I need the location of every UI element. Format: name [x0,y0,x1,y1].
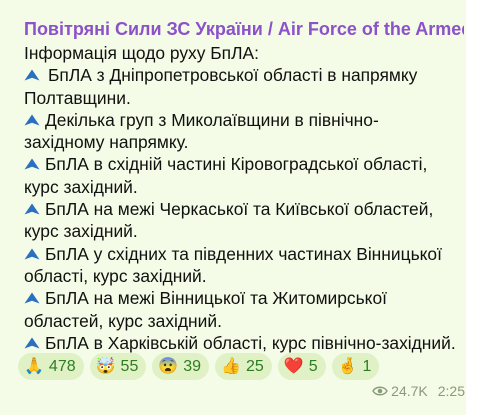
drone-icon [24,69,40,81]
view-count: 24.7K [391,383,428,399]
message-line: БпЛА на межі Вінницької та Житомирської [24,287,466,309]
eye-icon [372,386,388,396]
message-line-text: курс західний. [24,221,138,242]
message-text: Інформація щодо руху БпЛА: БпЛА з Дніпро… [24,42,466,354]
message-line-text: західному напрямку. [24,132,189,153]
message-line-text: БпЛА на межі Черкаської та Київської обл… [45,199,434,220]
message-line-text: курс західний. [24,176,138,197]
message-line: курс західний. [24,176,466,198]
pray-icon: 🙏 [24,357,44,375]
message-line: БпЛА в Харківській області, курс північн… [24,332,466,354]
reaction-button[interactable]: 😨 39 [152,353,210,380]
message-line-text: БпЛА на межі Вінницької та Житомирської [45,288,387,309]
reaction-button[interactable]: 🤯 55 [89,353,147,380]
message-line: БпЛА з Дніпропетровської області в напря… [24,64,466,86]
reaction-count: 478 [48,357,76,375]
message-line: БпЛА в східній частині Кіровоградської о… [24,153,466,175]
message-line: курс західний. [24,220,466,242]
drone-icon [24,158,40,170]
drone-icon [24,292,40,304]
drone-icon [24,248,40,260]
message-line-text: БпЛА в Харківській області, курс північн… [45,332,456,353]
reaction-button[interactable]: 👍 25 [215,353,272,380]
reaction-count: 39 [183,357,202,375]
message-time: 2:25 [437,383,465,399]
message-line: західному напрямку. [24,131,466,153]
thumbs-up-icon: 👍 [221,357,241,375]
reaction-button[interactable]: 🙏 478 [18,353,84,380]
reaction-count: 25 [245,357,264,375]
drone-icon [24,114,40,126]
reaction-count: 55 [120,357,139,375]
reaction-button[interactable]: ❤️ 5 [277,353,326,380]
fearful-face-icon: 😨 [158,357,179,375]
message-line-text: Декілька груп з Миколаївщини в північно- [45,109,379,130]
reaction-count: 1 [362,357,372,375]
heart-icon: ❤️ [283,357,304,375]
reactions-bar: 🙏 478 🤯 55 😨 39 👍 25 ❤️ 5 🤞 1 [18,353,380,380]
message-line-text: області, курс західний. [24,265,207,286]
message-line-text: БпЛА з Дніпропетровської області в напря… [48,65,418,86]
message-line: БпЛА на межі Черкаської та Київської обл… [24,198,466,220]
message-line: Декілька груп з Миколаївщини в північно- [24,109,466,131]
channel-name[interactable]: Повітряні Сили ЗС України / Air Force of… [24,17,464,41]
crossed-fingers-icon: 🤞 [337,357,358,375]
message-heading: Інформація щодо руху БпЛА: [24,43,259,63]
message-line: областей, курс західний. [24,310,466,332]
drone-icon [24,203,40,215]
reaction-count: 5 [308,357,318,375]
mind-blown-icon: 🤯 [95,357,116,375]
message-line-text: БпЛА в східній частині Кіровоградської о… [45,154,428,175]
message-line: області, курс західний. [24,265,466,287]
message-line-text: Полтавщини. [24,87,131,108]
message-line-text: областей, курс західний. [24,310,222,331]
message-line: БпЛА у східних та південних частинах Він… [24,243,466,265]
reaction-button[interactable]: 🤞 1 [331,353,380,380]
message-meta: 24.7K 2:25 [372,383,465,399]
message-line: Полтавщини. [24,87,466,109]
drone-icon [24,337,40,349]
message-line-text: БпЛА у східних та південних частинах Він… [45,243,442,264]
